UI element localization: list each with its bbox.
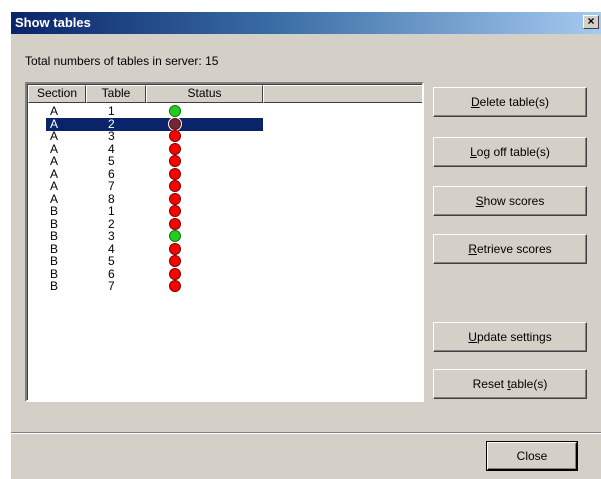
table-rows: A1A2A3A4A5A6A7A8B1B2B3B4B5B6B7 xyxy=(28,104,422,293)
row-table-number: 7 xyxy=(108,179,115,193)
row-table-number: 5 xyxy=(108,254,115,268)
table-row[interactable]: A2 xyxy=(28,116,422,131)
log-off-tables-button[interactable]: Log off table(s) xyxy=(433,137,587,167)
column-header-section[interactable]: Section xyxy=(28,85,86,103)
list-header: Section Table Status xyxy=(28,85,422,103)
status-red-icon xyxy=(169,255,181,267)
status-red-icon xyxy=(169,167,181,180)
row-table-number: 6 xyxy=(108,166,115,181)
show-scores-button[interactable]: Show scores xyxy=(433,186,587,216)
row-table-number: 8 xyxy=(108,191,115,206)
total-tables-label: Total numbers of tables in server: 15 xyxy=(25,54,219,68)
row-section: A xyxy=(50,179,59,193)
row-section: A xyxy=(50,129,59,143)
title-bar[interactable]: Show tables × xyxy=(11,12,601,34)
table-row[interactable]: A4 xyxy=(28,141,422,156)
row-section: B xyxy=(50,279,59,293)
status-red-icon xyxy=(169,217,181,230)
row-section: A xyxy=(50,116,59,131)
row-table-number: 4 xyxy=(108,241,115,256)
row-table-number: 1 xyxy=(108,104,115,118)
logoff-label: og off table(s) xyxy=(476,144,550,159)
row-section: B xyxy=(50,241,59,256)
status-green-icon xyxy=(169,230,181,242)
row-section: A xyxy=(50,166,59,181)
row-table-number: 3 xyxy=(108,129,115,143)
row-table-number: 4 xyxy=(108,141,115,156)
table-row[interactable]: A1 xyxy=(28,104,422,118)
retrieve-accel: R xyxy=(468,241,477,256)
close-button[interactable]: Close xyxy=(487,442,577,470)
update-settings-button[interactable]: Update settings xyxy=(433,322,587,352)
window-title: Show tables xyxy=(15,15,91,30)
retrieve-label: etrieve scores xyxy=(476,241,552,256)
status-red-icon xyxy=(169,280,181,292)
reset-tables-button[interactable]: Reset table(s) xyxy=(433,369,587,399)
column-header-status[interactable]: Status xyxy=(146,85,263,103)
logoff-accel: L xyxy=(470,144,477,159)
row-section: A xyxy=(50,141,59,156)
row-table-number: 3 xyxy=(108,229,115,243)
row-section: B xyxy=(50,266,59,281)
update-label: pdate settings xyxy=(476,329,552,344)
retrieve-scores-button[interactable]: Retrieve scores xyxy=(433,234,587,264)
status-red-icon xyxy=(169,180,181,192)
reset-label-pre: Reset xyxy=(472,376,508,391)
status-red-icon xyxy=(169,117,181,130)
row-section: A xyxy=(50,104,59,118)
row-section: B xyxy=(50,204,59,218)
row-table-number: 7 xyxy=(108,279,115,293)
row-table-number: 2 xyxy=(108,216,115,231)
status-red-icon xyxy=(169,130,181,142)
delete-accel: D xyxy=(470,94,480,109)
separator xyxy=(11,432,601,434)
row-table-number: 2 xyxy=(108,116,115,131)
table-row[interactable]: A3 xyxy=(28,129,422,143)
selection-highlight xyxy=(46,117,263,131)
delete-tables-button[interactable]: Delete table(s) xyxy=(433,87,587,117)
update-accel: U xyxy=(468,329,477,344)
row-table-number: 1 xyxy=(108,204,115,218)
column-header-table[interactable]: Table xyxy=(86,85,146,103)
status-red-icon xyxy=(169,155,181,167)
show-scores-accel: S xyxy=(475,193,484,208)
table-row[interactable]: B3 xyxy=(28,229,422,243)
row-section: B xyxy=(50,216,59,231)
row-section: B xyxy=(50,254,59,268)
row-section: A xyxy=(50,154,59,168)
table-row[interactable]: A7 xyxy=(28,179,422,193)
row-section: A xyxy=(50,191,59,206)
table-row[interactable]: B7 xyxy=(28,279,422,293)
status-red-icon xyxy=(169,192,181,205)
status-green-icon xyxy=(169,105,181,117)
delete-label: elete table(s) xyxy=(479,94,550,109)
row-table-number: 6 xyxy=(108,266,115,281)
status-red-icon xyxy=(169,267,181,280)
column-header-empty[interactable] xyxy=(263,85,422,103)
table-row[interactable]: B6 xyxy=(28,266,422,281)
row-table-number: 5 xyxy=(108,154,115,168)
status-red-icon xyxy=(169,205,181,217)
status-red-icon xyxy=(169,142,181,155)
status-red-icon xyxy=(169,242,181,255)
tables-list[interactable]: Section Table Status A1A2A3A4A5A6A7A8B1B… xyxy=(25,82,424,402)
table-row[interactable]: B1 xyxy=(28,204,422,218)
table-row[interactable]: B2 xyxy=(28,216,422,231)
table-row[interactable]: A8 xyxy=(28,191,422,206)
table-row[interactable]: B4 xyxy=(28,241,422,256)
close-icon[interactable]: × xyxy=(583,15,599,29)
show-tables-dialog: Show tables × Total numbers of tables in… xyxy=(10,11,601,479)
table-row[interactable]: A5 xyxy=(28,154,422,168)
show-scores-label: how scores xyxy=(483,193,545,208)
row-section: B xyxy=(50,229,59,243)
reset-label: able(s) xyxy=(510,376,548,391)
table-row[interactable]: A6 xyxy=(28,166,422,181)
table-row[interactable]: B5 xyxy=(28,254,422,268)
